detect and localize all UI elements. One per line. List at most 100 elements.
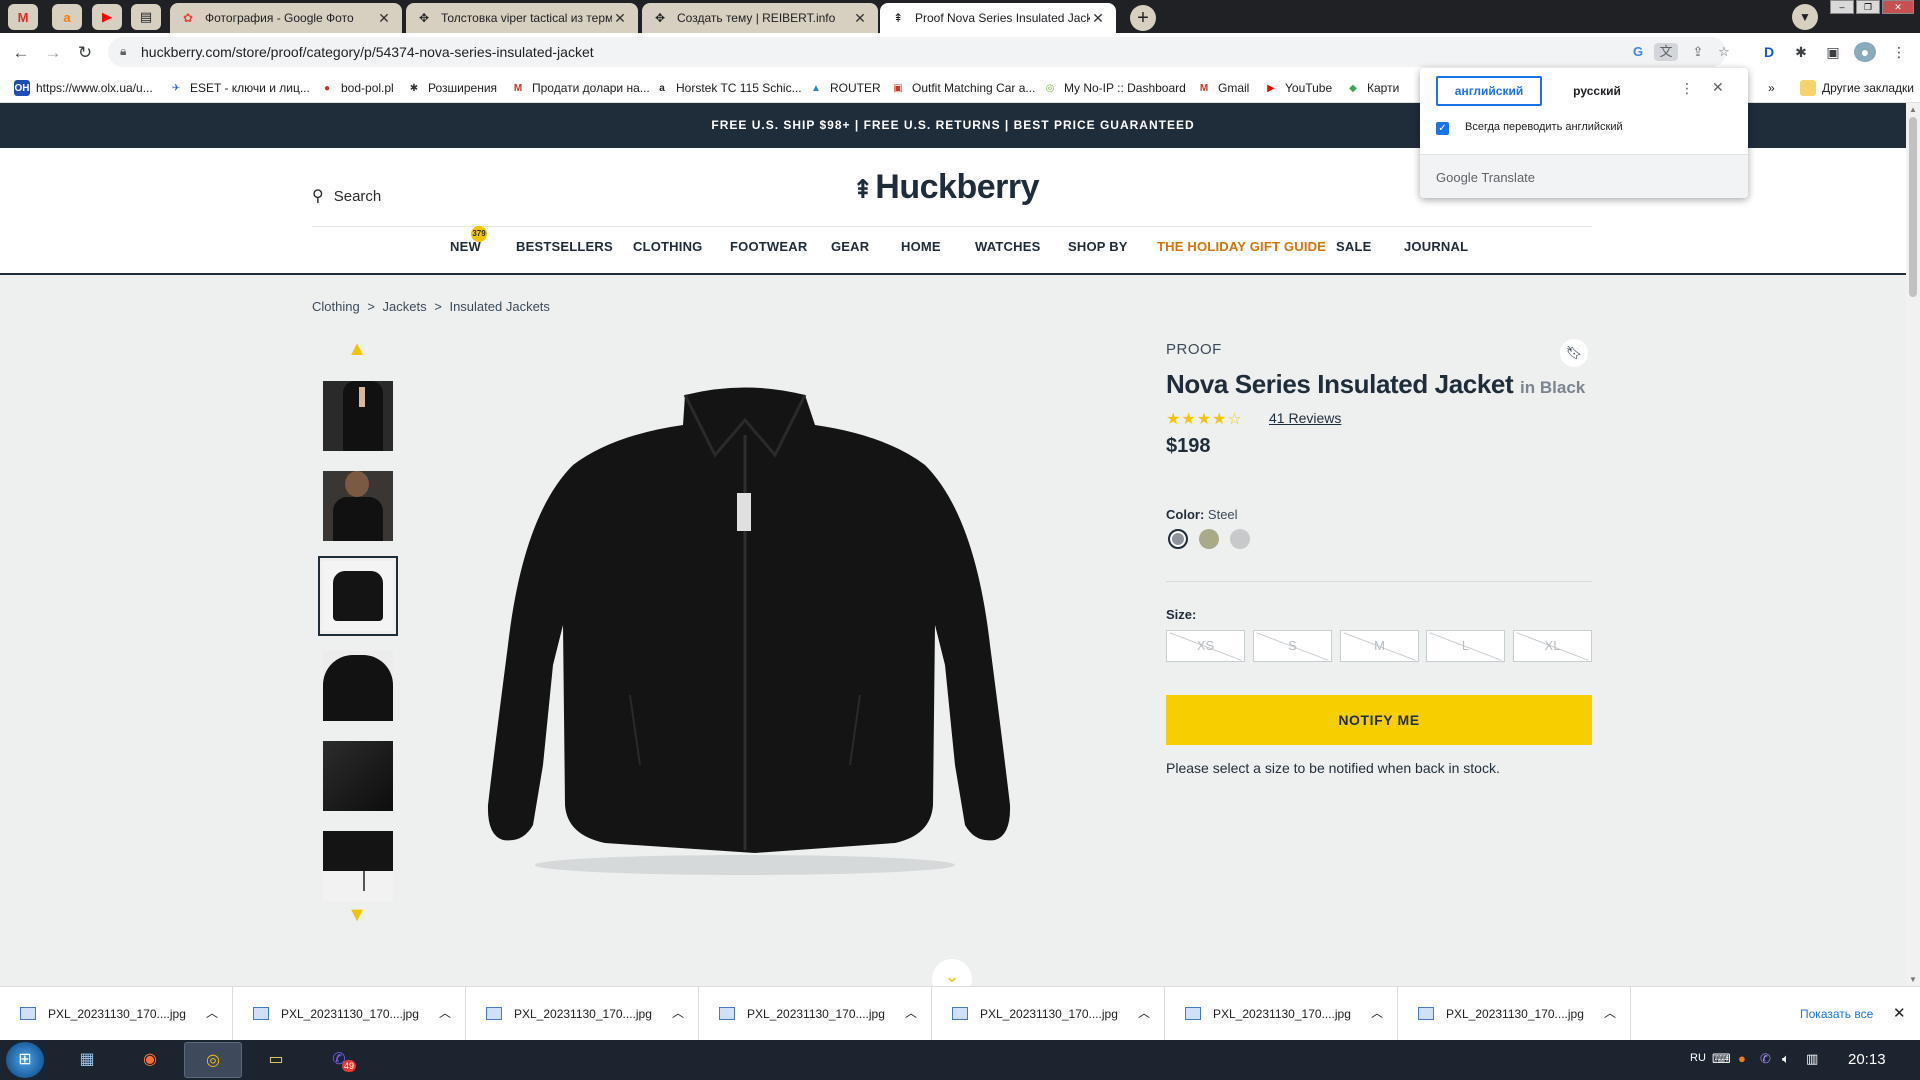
swatch-steel[interactable] — [1168, 529, 1188, 549]
bookmark-eset[interactable]: ✈ ESET - ключи и лиц... — [168, 79, 310, 97]
product-brand[interactable]: PROOF — [1166, 341, 1222, 358]
firefox-app-icon[interactable]: ◉ — [121, 1042, 179, 1078]
avast-tray-icon[interactable]: ● — [1738, 1051, 1746, 1066]
pinned-tab-amazon[interactable]: a — [52, 4, 82, 30]
chrome-app-icon[interactable]: ◎ — [184, 1042, 242, 1078]
product-thumbnail[interactable] — [323, 651, 393, 721]
bookmark-outfit-matching[interactable]: ▣ Outfit Matching Car a... — [890, 79, 1035, 97]
thumbnails-up-chevron-icon[interactable]: ▲ — [345, 339, 369, 359]
back-arrow-icon[interactable]: ← — [8, 40, 34, 66]
scroll-down-chevron-icon[interactable]: ⌄ — [932, 959, 972, 986]
more-options-icon[interactable]: ⋮ — [1680, 80, 1694, 97]
bookmark-sell-dollars[interactable]: M Продати долари на... — [510, 79, 650, 97]
bookmarks-overflow-chevron-icon[interactable]: » — [1768, 79, 1775, 97]
nav-journal[interactable]: JOURNAL — [1404, 239, 1468, 254]
size-s-button[interactable]: S — [1253, 630, 1332, 662]
pinned-tab-youtube[interactable]: ▶ — [92, 4, 122, 30]
nav-gear[interactable]: GEAR — [831, 239, 869, 254]
calculator-app-icon[interactable]: ▦ — [58, 1042, 116, 1078]
chevron-up-icon[interactable]: ︿ — [1604, 1004, 1616, 1021]
huckberry-logo[interactable]: ⇞Huckberry — [852, 168, 1039, 207]
pinned-tab-gmail[interactable]: M — [8, 4, 38, 30]
side-panel-icon[interactable]: ▣ — [1822, 42, 1844, 62]
save-bookmark-icon[interactable]: 🔖︎ — [1560, 339, 1588, 367]
product-thumbnail-selected[interactable] — [318, 556, 398, 636]
system-clock[interactable]: 20:13 — [1848, 1051, 1886, 1068]
file-explorer-app-icon[interactable]: ▭ — [247, 1042, 305, 1078]
bookmark-maps[interactable]: ◆ Карти — [1345, 79, 1399, 97]
tab-search-chevron-icon[interactable]: ▼ — [1792, 4, 1818, 30]
new-tab-button[interactable]: + — [1130, 5, 1156, 31]
pinned-tab-clapper[interactable]: ▤ — [131, 4, 161, 30]
reload-icon[interactable]: ↻ — [72, 40, 98, 66]
bookmark-gmail[interactable]: M Gmail — [1196, 79, 1250, 97]
thumbnails-down-chevron-icon[interactable]: ▼ — [345, 905, 369, 925]
close-window-button[interactable]: ✕ — [1882, 0, 1914, 14]
share-icon[interactable]: ⇪ — [1688, 43, 1708, 61]
bookmark-horstek[interactable]: a Horstek TC 115 Schic... — [654, 79, 801, 97]
chevron-up-icon[interactable]: ︿ — [905, 1004, 917, 1021]
bookmark-bod-pol[interactable]: ● bod-pol.pl — [319, 79, 394, 97]
tab-google-photos[interactable]: ✿ Фотография - Google Фото ✕ — [170, 3, 402, 33]
size-m-button[interactable]: M — [1340, 630, 1419, 662]
address-bar[interactable]: 🔒︎ huckberry.com/store/proof/category/p/… — [108, 37, 1730, 67]
chevron-up-icon[interactable]: ︿ — [1138, 1004, 1150, 1021]
swatch-grey[interactable] — [1230, 529, 1250, 549]
size-l-button[interactable]: L — [1426, 630, 1505, 662]
download-item[interactable]: PXL_20231130_170....jpg ︿ — [1398, 987, 1631, 1041]
swatch-olive[interactable] — [1199, 529, 1219, 549]
nav-clothing[interactable]: CLOTHING — [633, 239, 702, 254]
minimize-window-button[interactable]: – — [1830, 0, 1854, 14]
viber-tray-icon[interactable]: ✆ — [1760, 1051, 1771, 1067]
restore-window-button[interactable]: ❐ — [1856, 0, 1880, 14]
star-bookmark-icon[interactable]: ☆ — [1714, 43, 1734, 61]
close-icon[interactable]: ✕ — [1712, 79, 1724, 96]
url-text[interactable]: huckberry.com/store/proof/category/p/543… — [141, 44, 594, 60]
breadcrumb-insulated-jackets[interactable]: Insulated Jackets — [449, 299, 549, 314]
nav-footwear[interactable]: FOOTWEAR — [730, 239, 807, 254]
bookmark-router[interactable]: ▲ ROUTER — [808, 79, 881, 97]
tab-viper-tactical[interactable]: ✥ Толстовка viper tactical из термоф ✕ — [406, 3, 638, 33]
product-main-image[interactable] — [455, 365, 1035, 925]
reviews-link[interactable]: 41 Reviews — [1269, 410, 1341, 426]
translate-source-language-tab[interactable]: английский — [1436, 76, 1542, 106]
breadcrumb-clothing[interactable]: Clothing — [312, 299, 360, 314]
nav-holiday-gift-guide[interactable]: THE HOLIDAY GIFT GUIDE — [1157, 239, 1326, 254]
tab-reibert[interactable]: ✥ Создать тему | REIBERT.info ✕ — [642, 3, 878, 33]
size-xl-button[interactable]: XL — [1513, 630, 1592, 662]
bookmark-olx[interactable]: OH https://www.olx.ua/u... — [14, 79, 153, 97]
breadcrumb-jackets[interactable]: Jackets — [383, 299, 427, 314]
download-item[interactable]: PXL_20231130_170....jpg ︿ — [1165, 987, 1398, 1041]
extensions-puzzle-icon[interactable]: ✱ — [1790, 42, 1812, 62]
tab-huckberry[interactable]: ⇞ Proof Nova Series Insulated Jacket ✕ — [880, 3, 1116, 33]
nav-sale[interactable]: SALE — [1336, 239, 1371, 254]
viber-app-icon[interactable]: ✆ 49 — [310, 1042, 368, 1078]
bookmark-noip[interactable]: ◎ My No-IP :: Dashboard — [1042, 79, 1186, 97]
chevron-up-icon[interactable]: ︿ — [439, 1004, 451, 1021]
notify-me-button[interactable]: NOTIFY ME — [1166, 695, 1592, 745]
chevron-up-icon[interactable]: ︿ — [1371, 1004, 1383, 1021]
volume-icon[interactable]: 🔈︎ — [1782, 1051, 1790, 1067]
tab-close-icon[interactable]: ✕ — [612, 10, 628, 27]
product-thumbnail[interactable] — [323, 741, 393, 811]
scroll-down-arrow-icon[interactable]: ▼ — [1909, 975, 1917, 984]
network-icon[interactable]: ▥ — [1806, 1051, 1818, 1067]
nav-shop-by[interactable]: SHOP BY — [1068, 239, 1128, 254]
download-item[interactable]: PXL_20231130_170....jpg ︿ — [932, 987, 1165, 1041]
nav-home[interactable]: HOME — [901, 239, 941, 254]
product-thumbnail[interactable] — [323, 831, 393, 901]
other-bookmarks-folder[interactable]: Другие закладки — [1800, 79, 1914, 97]
show-all-downloads-link[interactable]: Показать все — [1800, 1007, 1873, 1021]
size-xs-button[interactable]: XS — [1166, 630, 1245, 662]
nav-bestsellers[interactable]: BESTSELLERS — [516, 239, 613, 254]
browser-menu-icon[interactable]: ⋮ — [1888, 42, 1910, 62]
forward-arrow-icon[interactable]: → — [40, 40, 66, 66]
scrollbar-thumb[interactable] — [1909, 117, 1917, 297]
keyboard-language-indicator[interactable]: RU — [1690, 1052, 1706, 1064]
product-thumbnail[interactable] — [323, 471, 393, 541]
tab-close-icon[interactable]: ✕ — [376, 10, 392, 27]
tab-close-icon[interactable]: ✕ — [1090, 10, 1106, 27]
download-item[interactable]: PXL_20231130_170....jpg ︿ — [699, 987, 932, 1041]
tab-close-icon[interactable]: ✕ — [852, 10, 868, 27]
page-scrollbar[interactable]: ▲ ▼ — [1906, 103, 1920, 986]
